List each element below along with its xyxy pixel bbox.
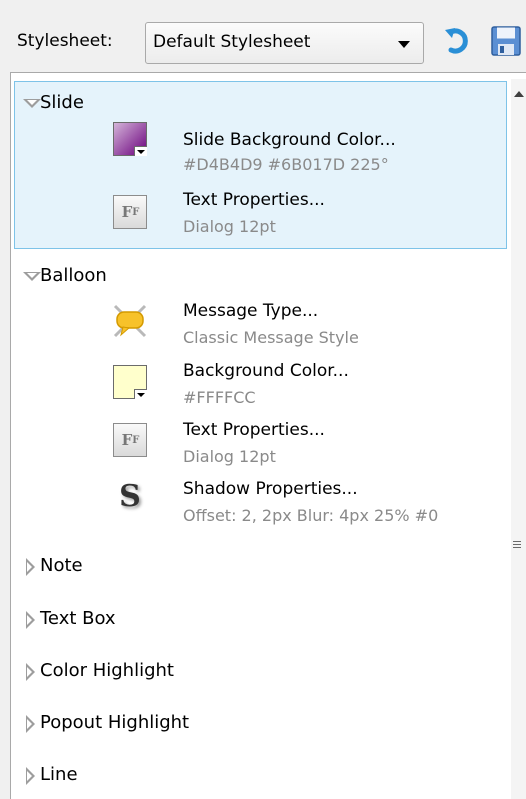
section-color-highlight-title[interactable]: Color Highlight: [40, 660, 174, 681]
shadow-icon[interactable]: S: [111, 478, 149, 516]
vertical-scrollbar[interactable]: [511, 79, 526, 799]
balloon-message-icon[interactable]: [111, 302, 149, 340]
balloon-text-props-title[interactable]: Text Properties...: [183, 420, 325, 440]
message-type-title[interactable]: Message Type...: [183, 301, 318, 321]
undo-icon[interactable]: [442, 24, 476, 58]
shadow-props-title[interactable]: Shadow Properties...: [183, 479, 358, 499]
collapsed-triangle-icon[interactable]: [26, 663, 35, 681]
section-popout-highlight-title[interactable]: Popout Highlight: [40, 712, 189, 733]
slide-bg-color-value: #D4B4D9 #6B017D 225°: [183, 155, 389, 174]
section-text-box-title[interactable]: Text Box: [40, 608, 116, 629]
message-type-value: Classic Message Style: [183, 328, 359, 347]
stylesheet-select-value: Default Stylesheet: [153, 32, 311, 52]
font-icon[interactable]: FF: [113, 195, 151, 233]
expanded-triangle-icon[interactable]: [23, 99, 41, 108]
collapsed-triangle-icon[interactable]: [26, 611, 35, 629]
stylesheet-label: Stylesheet:: [17, 31, 113, 51]
font-icon[interactable]: FF: [113, 423, 151, 461]
chevron-down-icon: [398, 41, 410, 48]
color-swatch-icon[interactable]: [113, 365, 151, 403]
slide-text-props-title[interactable]: Text Properties...: [183, 190, 325, 210]
scroll-up-arrow-icon[interactable]: [514, 91, 524, 97]
collapsed-triangle-icon[interactable]: [26, 558, 35, 576]
collapsed-triangle-icon[interactable]: [26, 767, 35, 785]
balloon-bg-color-value: #FFFFCC: [183, 388, 256, 407]
balloon-text-props-value: Dialog 12pt: [183, 447, 276, 466]
gradient-swatch-icon[interactable]: [113, 122, 151, 160]
section-note-title[interactable]: Note: [40, 555, 83, 576]
stylesheet-toolbar: Stylesheet: Default Stylesheet: [0, 0, 526, 73]
scroll-grip-icon[interactable]: [513, 541, 521, 550]
collapsed-triangle-icon[interactable]: [26, 715, 35, 733]
balloon-bg-color-title[interactable]: Background Color...: [183, 361, 349, 381]
save-icon[interactable]: [489, 24, 523, 58]
expanded-triangle-icon[interactable]: [23, 272, 41, 281]
stylesheet-properties-panel: Slide Slide Background Color... #D4B4D9 …: [10, 72, 526, 799]
section-line-title[interactable]: Line: [40, 764, 78, 785]
section-balloon-title[interactable]: Balloon: [40, 265, 107, 286]
stylesheet-select[interactable]: Default Stylesheet: [145, 22, 424, 64]
shadow-props-value: Offset: 2, 2px Blur: 4px 25% #0: [183, 506, 439, 525]
slide-text-props-value: Dialog 12pt: [183, 217, 276, 236]
slide-bg-color-title[interactable]: Slide Background Color...: [183, 130, 396, 150]
section-slide-title[interactable]: Slide: [40, 92, 84, 113]
